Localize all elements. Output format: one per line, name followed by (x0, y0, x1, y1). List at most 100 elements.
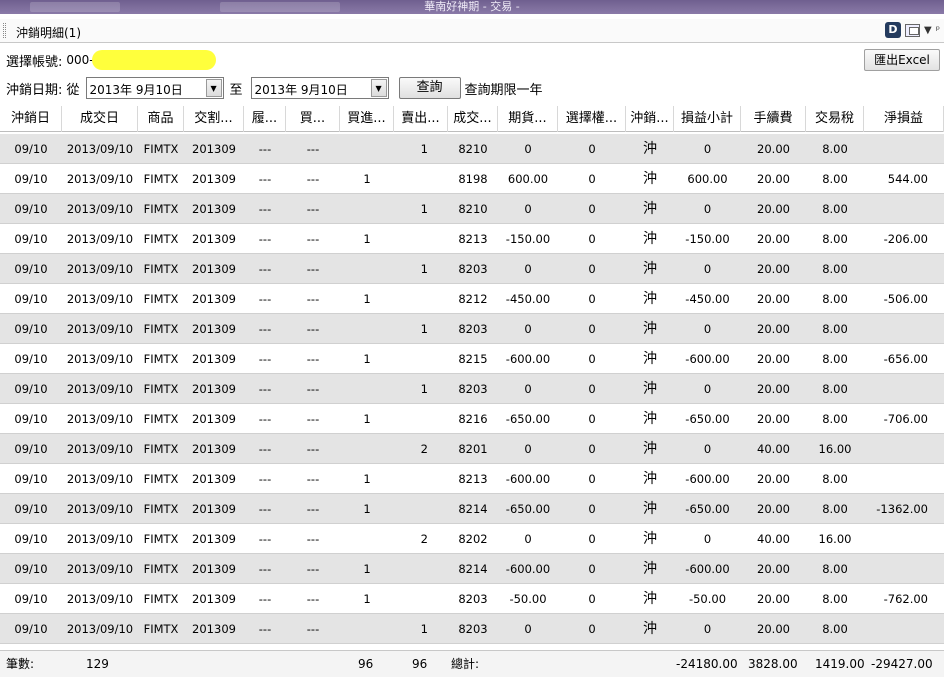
date-from-picker[interactable]: 2013年 9月10日 ▼ (85, 77, 224, 99)
table-cell: --- (306, 172, 320, 186)
table-cell: 8213 (458, 472, 488, 486)
date-to-dropdown-icon[interactable]: ▼ (370, 79, 387, 97)
blurred-tab-left (30, 2, 120, 12)
column-header[interactable]: 淨損益 (864, 106, 944, 132)
table-cell: 201309 (192, 502, 236, 516)
table-row[interactable]: 09/10 2013/09/10 FIMTX 201309 --- --- 1 8213 -15… (0, 224, 944, 254)
table-cell: -762.00 (883, 592, 928, 606)
column-header[interactable]: 選擇權... (558, 106, 626, 132)
column-header[interactable]: 交割... (184, 106, 244, 132)
table-cell: FIMTX (143, 412, 179, 426)
table-cell: 20.00 (757, 412, 790, 426)
table-cell: 20.00 (757, 622, 790, 636)
table-cell: --- (306, 442, 320, 456)
table-row[interactable]: 09/10 2013/09/10 FIMTX 201309 --- --- 1 8203 0 0 沖… (0, 314, 944, 344)
table-row[interactable]: 09/10 2013/09/10 FIMTX 201309 --- --- 1 8210 0 0 沖… (0, 194, 944, 224)
table-cell: 0 (703, 622, 712, 636)
table-cell: 0 (524, 622, 532, 636)
grid-header: 沖銷日 成交日 商品 交割... 履... 買... 買進... 賣出... 成交... 期貨..… (0, 106, 944, 132)
table-row[interactable]: 09/10 2013/09/10 FIMTX 201309 --- --- 1 8212 -45… (0, 284, 944, 314)
table-row[interactable]: 09/10 2013/09/10 FIMTX 201309 --- --- 1 8203 0 0 沖… (0, 614, 944, 644)
table-cell (864, 134, 944, 164)
table-cell: FIMTX (143, 292, 179, 306)
date-to-picker[interactable]: 2013年 9月10日 ▼ (250, 77, 389, 99)
column-header[interactable]: 成交日 (62, 106, 138, 132)
panel-title: 沖銷明細(1) (16, 26, 81, 40)
table-cell: 8.00 (822, 472, 848, 486)
table-row[interactable]: 09/10 2013/09/10 FIMTX 201309 --- --- 1 8216 -65… (0, 404, 944, 434)
dropdown-arrow-icon[interactable]: ▼ (924, 25, 932, 36)
d-icon[interactable]: D (885, 22, 901, 38)
table-cell: 1 (363, 352, 371, 366)
table-cell: 沖 (643, 231, 657, 247)
column-header[interactable]: 成交... (448, 106, 498, 132)
table-cell: 2013/09/10 (66, 322, 134, 336)
table-cell: --- (258, 532, 272, 546)
table-cell: 40.00 (757, 532, 790, 546)
table-cell: 8203 (458, 592, 488, 606)
column-header[interactable]: 商品 (138, 106, 184, 132)
account-row: 選擇帳號: 000- (6, 50, 217, 70)
table-cell: 201309 (192, 562, 236, 576)
table-cell: 1 (363, 172, 371, 186)
table-row[interactable]: 09/10 2013/09/10 FIMTX 201309 --- --- 1 8214 -65… (0, 494, 944, 524)
table-cell: 20.00 (757, 322, 790, 336)
table-cell: 20.00 (757, 142, 790, 156)
total-label: 總計: (451, 657, 480, 671)
table-cell: 1 (420, 322, 428, 336)
query-button[interactable]: 查詢 (398, 77, 461, 99)
table-cell: 0 (524, 532, 532, 546)
table-row[interactable]: 09/10 2013/09/10 FIMTX 201309 --- --- 1 8210 0 0 沖… (0, 134, 944, 164)
table-cell: --- (258, 202, 272, 216)
table-cell: FIMTX (143, 202, 179, 216)
column-header[interactable]: 損益小計 (674, 106, 741, 132)
column-header[interactable]: 手續費 (741, 106, 806, 132)
account-select[interactable]: 000- (66, 50, 217, 70)
drag-grip-icon[interactable] (3, 23, 6, 38)
table-cell: 沖 (643, 531, 657, 547)
table-row[interactable]: 09/10 2013/09/10 FIMTX 201309 --- --- 1 8203 0 0 沖… (0, 254, 944, 284)
table-row[interactable]: 09/10 2013/09/10 FIMTX 201309 --- --- 2 8201 0 0 沖… (0, 434, 944, 464)
table-cell (864, 314, 944, 344)
export-excel-button[interactable]: 匯出Excel (864, 49, 940, 71)
table-cell: 1 (420, 382, 428, 396)
pin-icon[interactable]: ᵖ (936, 25, 940, 36)
column-header[interactable]: 沖銷日 (0, 106, 62, 132)
table-cell: 201309 (192, 262, 236, 276)
column-header[interactable]: 買... (286, 106, 340, 132)
table-cell: 1 (363, 232, 371, 246)
column-header[interactable]: 履... (244, 106, 286, 132)
date-from-dropdown-icon[interactable]: ▼ (205, 79, 222, 97)
column-header[interactable]: 期貨... (498, 106, 558, 132)
table-row[interactable]: 09/10 2013/09/10 FIMTX 201309 --- --- 1 8213 -60… (0, 464, 944, 494)
table-cell: 8.00 (822, 142, 848, 156)
panel-header: 沖銷明細(1) D ▼ ᵖ (0, 19, 944, 43)
table-row[interactable]: 09/10 2013/09/10 FIMTX 201309 --- --- 1 8215 -60… (0, 344, 944, 374)
table-cell (394, 164, 448, 194)
table-row[interactable]: 09/10 2013/09/10 FIMTX 201309 --- --- 1 8203 0 0 沖… (0, 374, 944, 404)
table-row[interactable]: 09/10 2013/09/10 FIMTX 201309 --- --- 1 8198 600… (0, 164, 944, 194)
table-cell: 8.00 (822, 382, 848, 396)
column-header[interactable]: 交易稅 (806, 106, 864, 132)
table-cell: 8213 (458, 232, 488, 246)
table-row[interactable]: 09/10 2013/09/10 FIMTX 201309 --- --- 2 8202 0 0 沖… (0, 524, 944, 554)
blurred-tab-middle (220, 2, 340, 12)
table-cell: 20.00 (757, 292, 790, 306)
table-cell: --- (306, 232, 320, 246)
table-cell: 09/10 (14, 262, 48, 276)
table-cell: 09/10 (14, 472, 48, 486)
table-row[interactable]: 09/10 2013/09/10 FIMTX 201309 --- --- 1 8203 -50… (0, 584, 944, 614)
table-cell: 0 (588, 172, 596, 186)
table-cell: --- (258, 502, 272, 516)
table-cell: 1 (363, 412, 371, 426)
column-header[interactable]: 賣出... (394, 106, 448, 132)
table-cell: 沖 (643, 171, 657, 187)
table-cell: 0 (588, 532, 596, 546)
table-row[interactable]: 09/10 2013/09/10 FIMTX 201309 --- --- 1 8214 -60… (0, 554, 944, 584)
column-header[interactable]: 買進... (340, 106, 394, 132)
column-header[interactable]: 沖銷... (626, 106, 674, 132)
table-cell: 8.00 (822, 592, 848, 606)
window-copy-icon[interactable] (905, 23, 920, 37)
table-cell: --- (306, 562, 320, 576)
table-cell: 8.00 (822, 352, 848, 366)
